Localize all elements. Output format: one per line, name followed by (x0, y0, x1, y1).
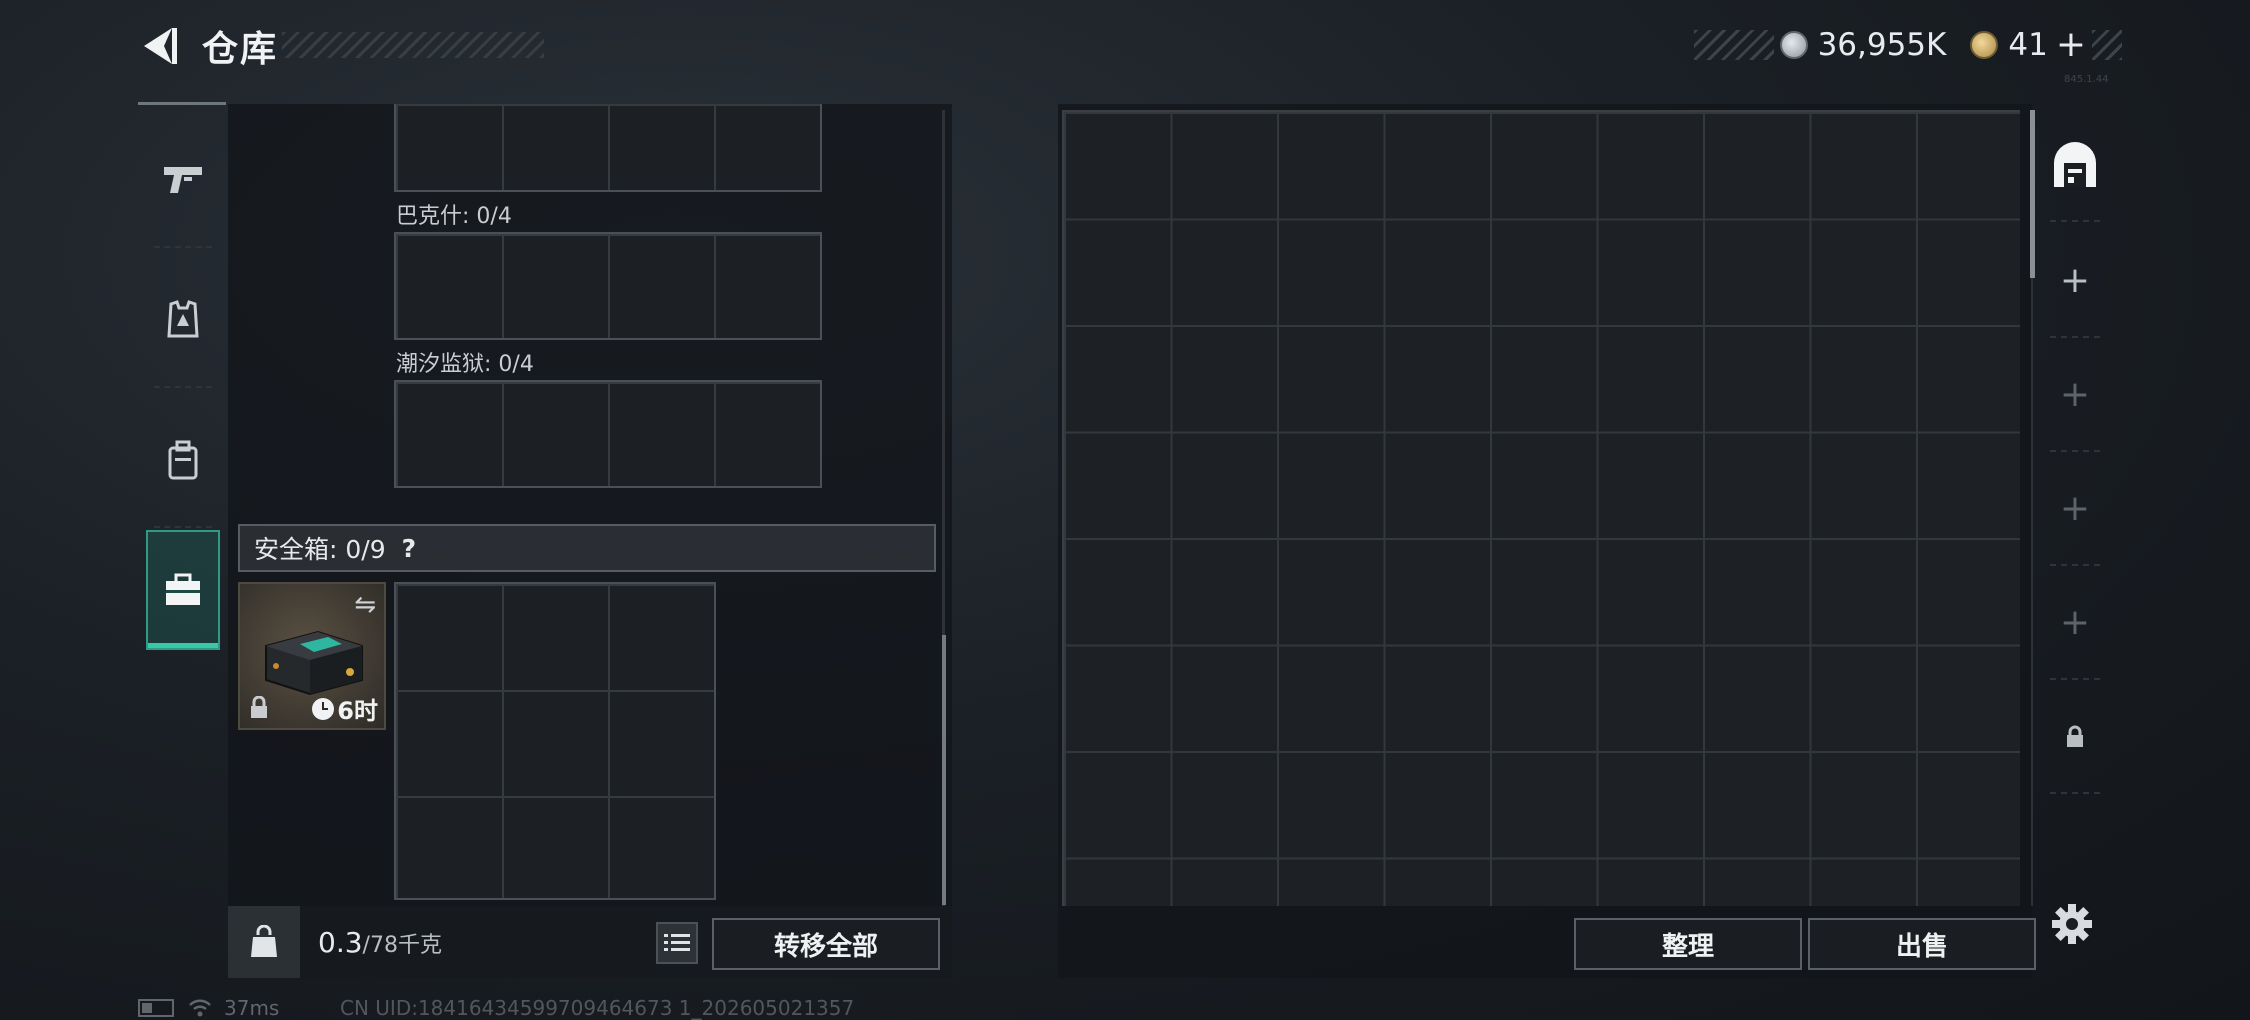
battery-icon (138, 999, 174, 1017)
tab-weapons[interactable] (146, 120, 220, 248)
gear-icon (2052, 904, 2092, 944)
stash-page-main[interactable] (2040, 110, 2110, 222)
plus-icon: + (2059, 488, 2091, 529)
container-grid-tidal-prison[interactable] (394, 380, 822, 488)
tabs-top-line (138, 102, 226, 105)
weight-current: 0.3 (318, 926, 363, 959)
weight-icon (251, 925, 277, 957)
version-label: 845.1.44 (2064, 74, 2109, 85)
add-currency-button[interactable]: + (2056, 27, 2086, 63)
safebox-item[interactable]: ⇋ 6时 (238, 582, 386, 730)
weight-capacity: /78千克 (362, 933, 442, 958)
active-tab-indicator (148, 643, 218, 648)
stash-icon (2054, 142, 2096, 187)
toolbox-icon (166, 573, 200, 605)
weight-lock-button[interactable] (228, 906, 300, 978)
safebox-image (265, 630, 363, 696)
currency-bar: 36,955K 41 + (1693, 27, 2122, 63)
tab-backpack[interactable] (146, 400, 220, 528)
stash-scrollbar[interactable] (2030, 110, 2035, 278)
stash-page-add-4[interactable]: + (2040, 568, 2110, 680)
safebox-label: 安全箱: 0/9 (254, 535, 386, 564)
side-tab-separator (2050, 450, 2100, 452)
armor-vest-icon (167, 300, 199, 338)
wifi-icon (189, 999, 211, 1017)
lock-icon (2067, 725, 2083, 747)
safebox-grid[interactable] (394, 582, 716, 900)
transfer-all-button[interactable]: 转移全部 (712, 918, 940, 970)
container-grid-bakshi[interactable] (394, 232, 822, 340)
stash-page-locked[interactable] (2040, 682, 2110, 794)
list-icon (664, 934, 690, 951)
sell-button[interactable]: 出售 (1808, 918, 2036, 970)
plus-icon: + (2059, 602, 2091, 643)
silver-amount: 36,955K (1817, 27, 1947, 63)
safebox-help-button[interactable]: ? (402, 534, 417, 563)
ping-label: 37ms (224, 996, 280, 1020)
tab-safebox[interactable] (146, 530, 220, 650)
section-label-tidal-prison: 潮汐监狱: 0/4 (396, 352, 534, 377)
currency-decoration (1693, 30, 1774, 60)
uid-label: CN UID:18416434599709464673 1_2026050213… (340, 996, 855, 1020)
safebox-header: 安全箱: 0/9 ? (238, 524, 936, 572)
status-bar: 37ms (138, 996, 279, 1020)
silver-coin-icon (1779, 31, 1808, 59)
plus-icon: + (2059, 260, 2091, 301)
silver-currency: 36,955K (1779, 27, 1947, 63)
side-tab-separator (2050, 678, 2100, 680)
safebox-timer: 6时 (312, 691, 378, 726)
plus-icon: + (2059, 374, 2091, 415)
gold-amount: 41 (2008, 27, 2048, 63)
side-tab-separator (2050, 336, 2100, 338)
side-tab-separator (2050, 792, 2100, 794)
pistol-icon (164, 167, 202, 193)
weight-indicator: 0.3/78千克 (318, 926, 442, 959)
title-decoration (282, 32, 544, 58)
category-tabs (138, 102, 226, 676)
back-arrow-icon (144, 28, 177, 64)
stash-page-add-3[interactable]: + (2040, 454, 2110, 566)
swap-icon[interactable]: ⇋ (354, 590, 376, 620)
side-tab-separator (2050, 564, 2100, 566)
clock-icon (312, 697, 335, 720)
gold-coin-icon (1970, 31, 1999, 59)
side-tab-separator (2050, 220, 2100, 222)
stash-page-add-1[interactable]: + (2040, 226, 2110, 338)
page-title: 仓库 (202, 29, 279, 70)
tab-separator (154, 386, 212, 388)
tab-armor[interactable] (146, 260, 220, 388)
settings-button[interactable] (2048, 900, 2096, 948)
safebox-timer-text: 6时 (337, 697, 378, 725)
organize-button[interactable]: 整理 (1574, 918, 1802, 970)
inventory-scrollbar[interactable] (942, 635, 946, 905)
stash-grid[interactable] (1062, 110, 2020, 906)
stash-page-add-2[interactable]: + (2040, 340, 2110, 452)
list-view-button[interactable] (656, 922, 698, 964)
currency-decoration-end (2092, 30, 2122, 60)
section-label-bakshi: 巴克什: 0/4 (396, 204, 512, 229)
back-button[interactable] (138, 24, 180, 68)
gold-currency: 41 + (1970, 27, 2086, 63)
container-grid-top[interactable] (394, 104, 822, 192)
tab-separator (154, 246, 212, 248)
lock-icon (248, 695, 270, 724)
backpack-icon (168, 440, 198, 480)
tab-separator (154, 526, 212, 528)
